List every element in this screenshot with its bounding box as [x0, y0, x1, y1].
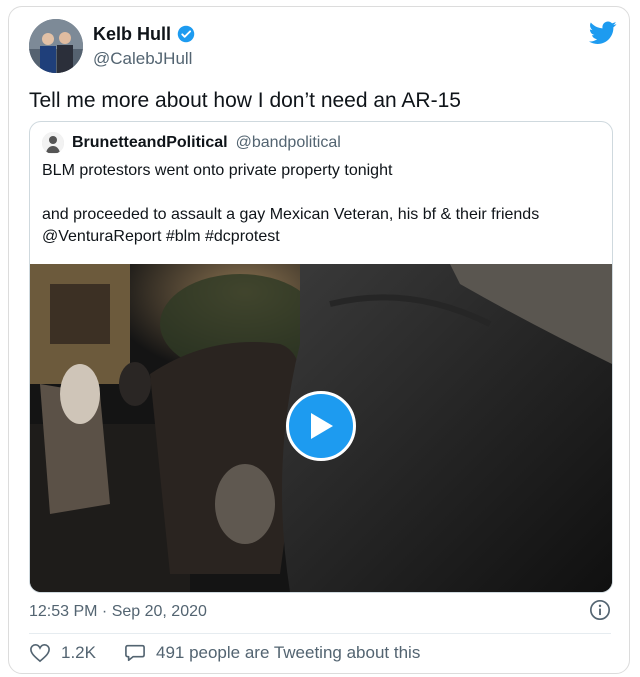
quoted-avatar[interactable]: [42, 132, 64, 154]
video-player[interactable]: [30, 264, 612, 592]
tweet-timestamp[interactable]: 12:53 PM · Sep 20, 2020: [29, 603, 207, 621]
divider: [29, 633, 611, 634]
quoted-text: BLM protestors went onto private propert…: [42, 160, 602, 248]
like-button[interactable]: 1.2K: [29, 643, 96, 663]
comment-icon: [125, 644, 145, 662]
twitter-bird-icon[interactable]: [589, 21, 617, 45]
tweeting-about-text: 491 people are Tweeting about this: [155, 643, 421, 662]
quoted-tweet[interactable]: BrunetteandPolitical @bandpolitical BLM …: [29, 121, 613, 593]
user-handle[interactable]: @CalebJHull: [93, 49, 195, 69]
quoted-display-name[interactable]: BrunetteandPolitical: [72, 134, 228, 152]
verified-badge-icon: [177, 25, 195, 43]
like-count: 1.2K: [61, 643, 96, 662]
avatar[interactable]: [29, 19, 83, 73]
quoted-text-line-1: BLM protestors went onto private propert…: [42, 162, 393, 179]
play-icon: [311, 413, 333, 439]
tweeting-about-link[interactable]: 491 people are Tweeting about this: [124, 643, 420, 663]
display-name-text: Kelb Hull: [93, 24, 172, 44]
tweet-actions: 1.2K 491 people are Tweeting about this: [29, 643, 420, 663]
quoted-text-line-2: and proceeded to assault a gay Mexican V…: [42, 206, 540, 245]
tweet-header: Kelb Hull @CalebJHull: [29, 19, 617, 77]
heart-icon: [30, 643, 50, 663]
display-name[interactable]: Kelb Hull: [93, 23, 195, 45]
quoted-handle[interactable]: @bandpolitical: [236, 134, 341, 152]
play-button[interactable]: [286, 391, 356, 461]
tweet-text: Tell me more about how I don’t need an A…: [29, 89, 461, 112]
info-icon[interactable]: [589, 599, 611, 621]
tweet-card: Kelb Hull @CalebJHull Tell me more about…: [8, 6, 630, 674]
